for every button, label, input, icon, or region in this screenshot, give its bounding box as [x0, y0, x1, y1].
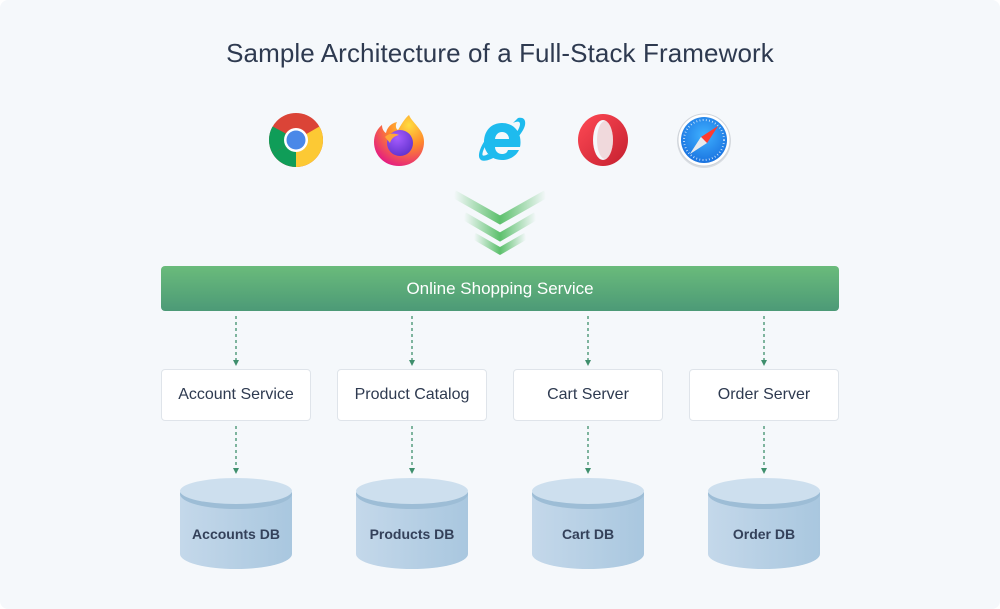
connector-arrow	[759, 424, 769, 476]
database-icon	[532, 478, 644, 569]
database-label: Cart DB	[561, 526, 615, 542]
order-server-node: Order Server	[689, 369, 839, 421]
accounts-db-node: Accounts DB	[179, 478, 293, 570]
diagram-title: Sample Architecture of a Full-Stack Fram…	[226, 38, 774, 68]
opera-icon	[575, 112, 631, 168]
internet-explorer-icon	[474, 112, 530, 168]
diagram-canvas: Sample Architecture of a Full-Stack Fram…	[0, 0, 1000, 609]
database-label: Order DB	[732, 526, 796, 542]
cart-db-node: Cart DB	[531, 478, 645, 570]
products-db-node: Products DB	[355, 478, 469, 570]
database-icon	[356, 478, 468, 569]
online-shopping-service-node: Online Shopping Service	[161, 266, 839, 311]
firefox-icon	[371, 112, 427, 168]
chrome-icon	[268, 112, 324, 168]
connector-arrow	[759, 314, 769, 368]
database-label: Products DB	[369, 526, 455, 542]
connector-arrow	[583, 424, 593, 476]
connector-arrow	[231, 424, 241, 476]
connector-arrow	[407, 314, 417, 368]
order-db-node: Order DB	[707, 478, 821, 570]
database-label: Accounts DB	[192, 526, 280, 542]
connector-arrow	[407, 424, 417, 476]
connector-arrow	[583, 314, 593, 368]
database-icon	[180, 478, 292, 569]
account-service-node: Account Service	[161, 369, 311, 421]
flow-down-chevrons-icon	[450, 188, 550, 258]
connector-arrow	[231, 314, 241, 368]
database-icon	[708, 478, 820, 569]
safari-icon	[676, 112, 732, 168]
cart-server-node: Cart Server	[513, 369, 663, 421]
product-catalog-node: Product Catalog	[337, 369, 487, 421]
